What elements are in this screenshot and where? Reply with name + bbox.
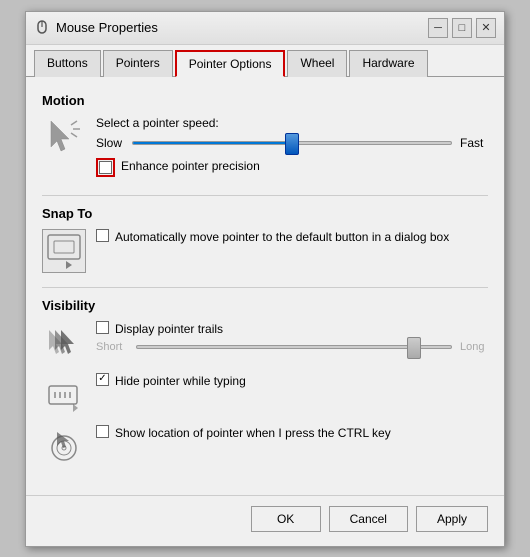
tab-pointers[interactable]: Pointers (103, 50, 173, 77)
speed-slider-thumb[interactable] (285, 133, 299, 155)
speed-slider-row: Slow Fast (96, 136, 488, 150)
snap-to-body: Automatically move pointer to the defaul… (96, 229, 488, 250)
snap-to-section: Snap To Automatically move pointer to th… (42, 206, 488, 273)
short-label: Short (96, 341, 128, 353)
footer: OK Cancel Apply (26, 495, 504, 546)
tab-buttons[interactable]: Buttons (34, 50, 101, 77)
show-ctrl-label: Show location of pointer when I press th… (115, 425, 391, 442)
divider-2 (42, 287, 488, 288)
motion-body: Select a pointer speed: Slow Fast (96, 116, 488, 181)
tab-content: Motion Select a pointer speed: (26, 77, 504, 495)
snap-to-content: Automatically move pointer to the defaul… (42, 229, 488, 273)
motion-title: Motion (42, 93, 488, 108)
tab-bar: Buttons Pointers Pointer Options Wheel H… (26, 45, 504, 77)
motion-section: Motion Select a pointer speed: (42, 93, 488, 181)
tab-hardware[interactable]: Hardware (349, 50, 427, 77)
long-label: Long (460, 341, 488, 353)
divider-1 (42, 195, 488, 196)
show-ctrl-row: Show location of pointer when I press th… (96, 425, 488, 442)
show-ctrl-checkbox[interactable] (96, 425, 109, 438)
auto-move-checkbox[interactable] (96, 229, 109, 242)
trail-slider-track[interactable] (136, 345, 452, 349)
trail-row: Display pointer trails (96, 321, 488, 338)
slow-label: Slow (96, 136, 124, 150)
enhance-precision-checkbox[interactable] (99, 161, 112, 174)
fast-label: Fast (460, 136, 488, 150)
show-ctrl-icon (42, 425, 86, 469)
maximize-button[interactable]: □ (452, 18, 472, 38)
trail-label: Display pointer trails (115, 321, 223, 338)
close-button[interactable]: ✕ (476, 18, 496, 38)
hide-typing-content: Hide pointer while typing (42, 373, 488, 417)
trail-icon (42, 321, 86, 365)
speed-slider-fill (133, 142, 292, 144)
mouse-icon (34, 20, 50, 36)
show-ctrl-body: Show location of pointer when I press th… (96, 425, 488, 446)
mouse-properties-window: Mouse Properties ─ □ ✕ Buttons Pointers … (25, 11, 505, 547)
speed-label: Select a pointer speed: (96, 116, 488, 130)
visibility-section: Visibility (42, 298, 488, 469)
trail-checkbox[interactable] (96, 321, 109, 334)
auto-move-row: Automatically move pointer to the defaul… (96, 229, 488, 246)
title-bar-left: Mouse Properties (34, 20, 158, 36)
snap-to-icon (42, 229, 86, 273)
motion-content: Select a pointer speed: Slow Fast (42, 116, 488, 181)
hide-typing-label: Hide pointer while typing (115, 373, 246, 390)
visibility-title: Visibility (42, 298, 488, 313)
ok-button[interactable]: OK (251, 506, 321, 532)
tab-pointer-options[interactable]: Pointer Options (175, 50, 286, 77)
trail-body: Display pointer trails Short Long (96, 321, 488, 354)
hide-typing-body: Hide pointer while typing (96, 373, 488, 394)
motion-icon (42, 116, 86, 160)
hide-typing-icon (42, 373, 86, 417)
minimize-button[interactable]: ─ (428, 18, 448, 38)
trail-slider-thumb[interactable] (407, 337, 421, 359)
snap-to-title: Snap To (42, 206, 488, 221)
auto-move-label: Automatically move pointer to the defaul… (115, 229, 449, 246)
title-bar: Mouse Properties ─ □ ✕ (26, 12, 504, 45)
trail-slider-row: Short Long (96, 341, 488, 353)
window-title: Mouse Properties (56, 20, 158, 35)
enhance-precision-row: Enhance pointer precision (96, 158, 488, 177)
show-ctrl-content: Show location of pointer when I press th… (42, 425, 488, 469)
speed-slider-track[interactable] (132, 141, 452, 145)
hide-typing-checkbox[interactable] (96, 373, 109, 386)
hide-typing-row: Hide pointer while typing (96, 373, 488, 390)
trail-content: Display pointer trails Short Long (42, 321, 488, 365)
enhance-precision-label: Enhance pointer precision (121, 158, 260, 175)
cancel-button[interactable]: Cancel (329, 506, 408, 532)
tab-wheel[interactable]: Wheel (287, 50, 347, 77)
enhance-precision-checkbox-wrap (96, 158, 115, 177)
title-controls: ─ □ ✕ (428, 18, 496, 38)
apply-button[interactable]: Apply (416, 506, 488, 532)
